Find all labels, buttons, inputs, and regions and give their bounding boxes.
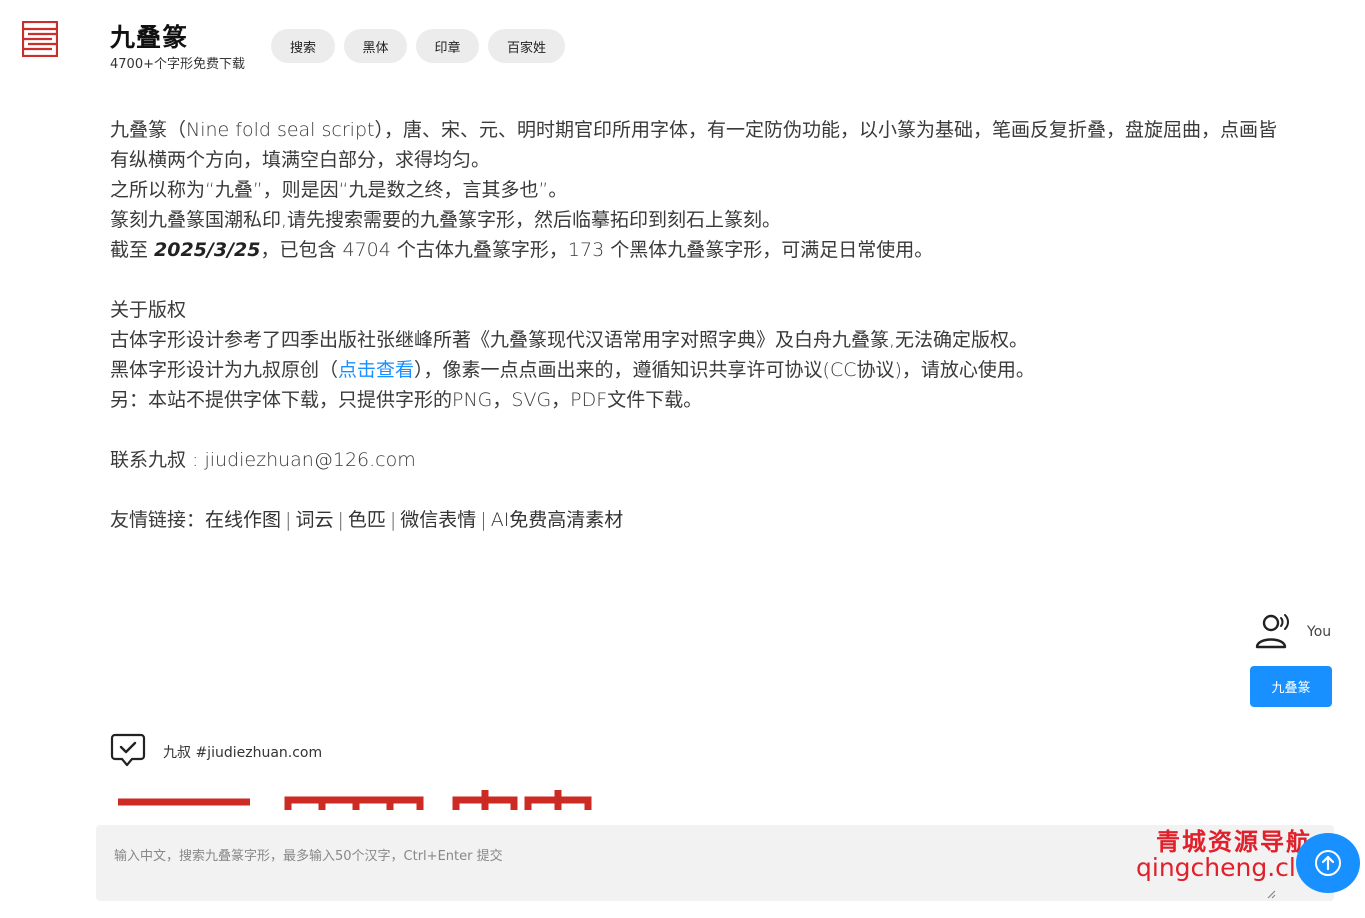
link-separator: |	[285, 509, 292, 531]
copyright-line-3: 另：本站不提供字体下载，只提供字形的PNG，SVG，PDF文件下载。	[110, 389, 703, 411]
friend-link-color[interactable]: 色匹	[348, 509, 386, 531]
intro-paragraph-4: 截至 2025/3/25，已包含 4704 个古体九叠篆字形，173 个黑体九叠…	[110, 235, 1335, 265]
stats-prefix: 截至	[110, 239, 155, 261]
copyright-line-1: 古体字形设计参考了四季出版社张继峰所著《九叠篆现代汉语常用字对照字典》及白舟九叠…	[110, 329, 1029, 351]
friend-link-drawing[interactable]: 在线作图	[205, 509, 281, 531]
user-message-bubble: 九叠篆	[1250, 666, 1332, 707]
intro-paragraph-2: 之所以称为“九叠”，则是因“九是数之终，言其多也”。	[110, 179, 568, 201]
site-title[interactable]: 九叠篆	[110, 18, 188, 54]
nav-surnames-button[interactable]: 百家姓	[488, 29, 565, 63]
link-separator: |	[337, 509, 344, 531]
contact-info[interactable]: 联系九叔 : jiudiezhuan@126.com	[110, 445, 1335, 475]
stats-date: 2025/3/25	[154, 239, 261, 261]
link-separator: |	[389, 509, 397, 531]
send-button[interactable]	[1296, 833, 1360, 893]
copyright-line-2-prefix: 黑体字形设计为九叔原创（	[110, 359, 339, 381]
copyright-title: 关于版权	[110, 299, 187, 321]
bot-label: 九叔 #jiudiezhuan.com	[163, 745, 323, 761]
nav-seal-button[interactable]: 印章	[416, 29, 479, 63]
user-label: You	[1307, 624, 1332, 640]
arrow-up-icon	[1315, 850, 1341, 876]
resize-handle-icon[interactable]	[1266, 889, 1276, 899]
user-speaking-icon	[1255, 614, 1289, 649]
link-separator: |	[480, 509, 487, 531]
intro-paragraph-1b: 有纵横两个方向，填满空白部分，求得均匀。	[110, 149, 491, 171]
intro-paragraph-3: 篆刻九叠篆国潮私印,请先搜索需要的九叠篆字形，然后临摹拓印到刻石上篆刻。	[110, 209, 782, 231]
friend-link-ai-images[interactable]: AI免费高清素材	[491, 509, 624, 531]
friend-links-label: 友情链接：	[110, 509, 206, 531]
watermark-title: 青城资源导航	[1156, 828, 1312, 856]
friend-link-wordcloud[interactable]: 词云	[295, 509, 333, 531]
nav-heiti-button[interactable]: 黑体	[344, 29, 407, 63]
intro-paragraph-1a: 九叠篆（Nine fold seal script），唐、宋、元、明时期官印所用…	[110, 119, 1277, 141]
friend-link-wechat-emoji[interactable]: 微信表情	[400, 509, 476, 531]
seal-glyph-result-image	[118, 790, 592, 810]
copyright-line-2-suffix: ），像素一点点画出来的，遵循知识共享许可协议(CC协议)，请放心使用。	[414, 359, 1035, 381]
copyright-line-2: 黑体字形设计为九叔原创（点击查看），像素一点点画出来的，遵循知识共享许可协议(C…	[110, 355, 1335, 385]
chat-check-icon	[110, 733, 146, 767]
site-subtitle: 4700+个字形免费下载	[110, 57, 245, 72]
view-heiti-link[interactable]: 点击查看	[338, 359, 414, 381]
nav-search-button[interactable]: 搜索	[271, 29, 335, 63]
intro-section: 九叠篆（Nine fold seal script），唐、宋、元、明时期官印所用…	[110, 115, 1335, 535]
stats-suffix: ，已包含 4704 个古体九叠篆字形，173 个黑体九叠篆字形，可满足日常使用。	[260, 239, 934, 261]
seal-logo-icon[interactable]	[22, 21, 58, 57]
friend-links: 友情链接：在线作图 | 词云 | 色匹 | 微信表情 | AI免费高清素材	[110, 505, 1335, 535]
